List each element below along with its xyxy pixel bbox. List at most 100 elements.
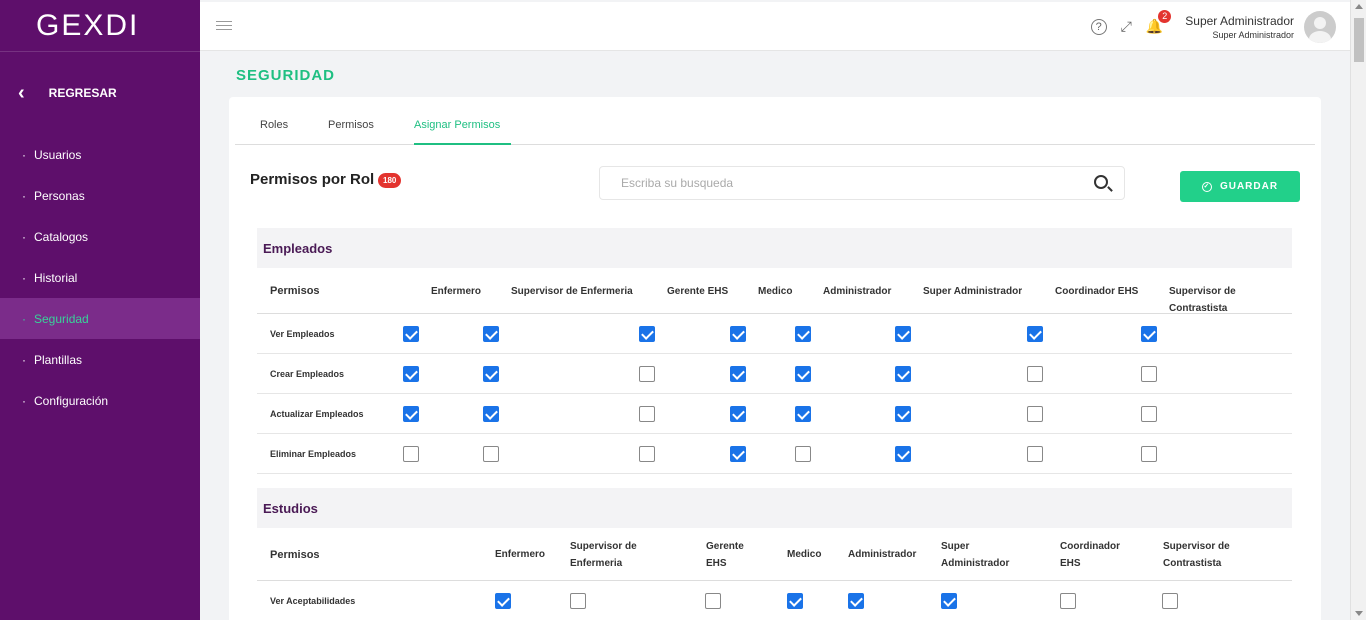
permission-checkbox[interactable]: [483, 326, 499, 342]
permission-checkbox[interactable]: [570, 593, 586, 609]
permission-checkbox[interactable]: [403, 446, 419, 462]
scroll-down-icon[interactable]: [1355, 611, 1363, 616]
permission-label: Eliminar Empleados: [270, 449, 357, 459]
back-button[interactable]: ‹ REGRESAR: [0, 52, 200, 134]
tab-permisos[interactable]: Permisos: [328, 119, 374, 131]
top-bar: ? ⤢ 🔔 2 Super Administrador Super Admini…: [200, 2, 1350, 51]
main-card: Roles Permisos Asignar Permisos Permisos…: [229, 97, 1321, 620]
permission-checkbox[interactable]: [639, 366, 655, 382]
permission-checkbox[interactable]: [795, 406, 811, 422]
search-icon[interactable]: [1094, 175, 1108, 189]
permission-checkbox[interactable]: [730, 326, 746, 342]
permission-checkbox[interactable]: [403, 366, 419, 382]
tab-roles[interactable]: Roles: [260, 119, 288, 131]
permission-checkbox[interactable]: [895, 406, 911, 422]
table-header: Permisos Enfermero Supervisor de Enfermeri…: [257, 268, 1292, 314]
column-header-role: Administrador: [848, 546, 916, 563]
column-header-role: Medico: [787, 546, 821, 563]
sidebar-item-label: Seguridad: [34, 311, 89, 326]
bell-icon[interactable]: 🔔 2: [1146, 10, 1172, 35]
column-header-line: Super: [941, 540, 970, 552]
permission-checkbox[interactable]: [1060, 593, 1076, 609]
sidebar-item-plantillas[interactable]: · Plantillas: [0, 339, 200, 380]
permission-checkbox[interactable]: [705, 593, 721, 609]
table-header: Permisos Enfermero Supervisor de Enfermeria…: [257, 528, 1292, 581]
column-header-line: Enfermero: [495, 549, 546, 560]
sidebar-nav: · Usuarios · Personas · Catalogos · Historial · S…: [0, 134, 200, 421]
sidebar-item-usuarios[interactable]: · Usuarios: [0, 134, 200, 175]
scroll-thumb[interactable]: [1354, 18, 1364, 62]
sidebar-item-label: Usuarios: [34, 147, 82, 162]
column-header-line: EHS: [706, 557, 727, 569]
column-header-role: Enfermero: [495, 546, 545, 563]
column-header-role: Super Administrador: [941, 538, 1009, 572]
permission-checkbox[interactable]: [795, 366, 811, 382]
group-title: Estudios: [257, 488, 1292, 528]
permission-checkbox[interactable]: [1141, 446, 1157, 462]
permission-checkbox[interactable]: [848, 593, 864, 609]
permission-checkbox[interactable]: [1162, 593, 1178, 609]
permission-checkbox[interactable]: [941, 593, 957, 609]
permission-checkbox[interactable]: [1027, 326, 1043, 342]
table-row: Actualizar Empleados: [257, 394, 1292, 434]
permission-group-estudios: Estudios Permisos Enfermero Supervisor de En…: [257, 488, 1292, 620]
permission-checkbox[interactable]: [1027, 446, 1043, 462]
permission-checkbox[interactable]: [639, 406, 655, 422]
column-header-role: Supervisor de Contrastista: [1163, 538, 1230, 572]
column-header-line: Supervisor de: [570, 540, 637, 552]
page-scrollbar[interactable]: [1350, 0, 1366, 620]
help-icon[interactable]: ?: [1090, 18, 1107, 35]
permission-checkbox[interactable]: [483, 406, 499, 422]
user-info[interactable]: Super Administrador Super Administrador: [1185, 14, 1294, 40]
column-header-permisos: Permisos: [270, 548, 320, 561]
permission-checkbox[interactable]: [1027, 406, 1043, 422]
permission-checkbox[interactable]: [895, 326, 911, 342]
avatar[interactable]: [1304, 10, 1336, 43]
permission-checkbox[interactable]: [895, 366, 911, 382]
sidebar: GEXDI ‹ REGRESAR · Usuarios · Personas · Cata…: [0, 0, 200, 620]
permission-checkbox[interactable]: [730, 446, 746, 462]
column-header-role: Supervisor de Contrastista: [1169, 286, 1236, 314]
permission-group-empleados: Empleados Permisos Enfermero Supervisor de …: [257, 228, 1292, 474]
notification-badge: 2: [1158, 10, 1172, 23]
column-header-role: Supervisor de Enfermeria: [511, 286, 633, 297]
column-header-line: Gerente: [706, 540, 744, 552]
sidebar-item-label: Plantillas: [34, 352, 83, 367]
menu-toggle-icon[interactable]: [216, 21, 232, 33]
permission-checkbox[interactable]: [895, 446, 911, 462]
sidebar-item-historial[interactable]: · Historial: [0, 257, 200, 298]
column-header-permisos: Permisos: [270, 285, 320, 297]
permission-checkbox[interactable]: [639, 326, 655, 342]
permission-checkbox[interactable]: [795, 326, 811, 342]
fullscreen-icon[interactable]: ⤢: [1121, 18, 1132, 35]
permission-checkbox[interactable]: [483, 446, 499, 462]
tab-asignar-permisos[interactable]: Asignar Permisos: [414, 119, 500, 131]
permission-checkbox[interactable]: [483, 366, 499, 382]
column-header-line: Administrador: [941, 557, 1010, 569]
permission-checkbox[interactable]: [1141, 366, 1157, 382]
sidebar-item-catalogos[interactable]: · Catalogos: [0, 216, 200, 257]
permission-checkbox[interactable]: [730, 366, 746, 382]
sidebar-item-personas[interactable]: · Personas: [0, 175, 200, 216]
permission-checkbox[interactable]: [795, 446, 811, 462]
sidebar-item-configuracin[interactable]: · Configuración: [0, 380, 200, 421]
column-header-line: Medico: [787, 549, 822, 560]
permission-checkbox[interactable]: [1141, 326, 1157, 342]
permission-checkbox[interactable]: [403, 326, 419, 342]
permission-checkbox[interactable]: [730, 406, 746, 422]
brand-logo[interactable]: GEXDI: [0, 0, 200, 52]
permission-checkbox[interactable]: [403, 406, 419, 422]
permission-label: Ver Empleados: [270, 329, 335, 339]
permission-checkbox[interactable]: [639, 446, 655, 462]
permission-checkbox[interactable]: [1141, 406, 1157, 422]
save-button[interactable]: ✓ GUARDAR: [1180, 171, 1300, 202]
permission-checkbox[interactable]: [495, 593, 511, 609]
search-input[interactable]: [599, 166, 1125, 200]
permission-checkbox[interactable]: [787, 593, 803, 609]
bullet-icon: ·: [22, 188, 26, 203]
sidebar-item-seguridad[interactable]: · Seguridad: [0, 298, 200, 339]
table-row: Crear Empleados: [257, 354, 1292, 394]
permission-checkbox[interactable]: [1027, 366, 1043, 382]
scroll-up-icon[interactable]: [1355, 4, 1363, 9]
tab-bar: Roles Permisos Asignar Permisos: [235, 97, 1315, 145]
